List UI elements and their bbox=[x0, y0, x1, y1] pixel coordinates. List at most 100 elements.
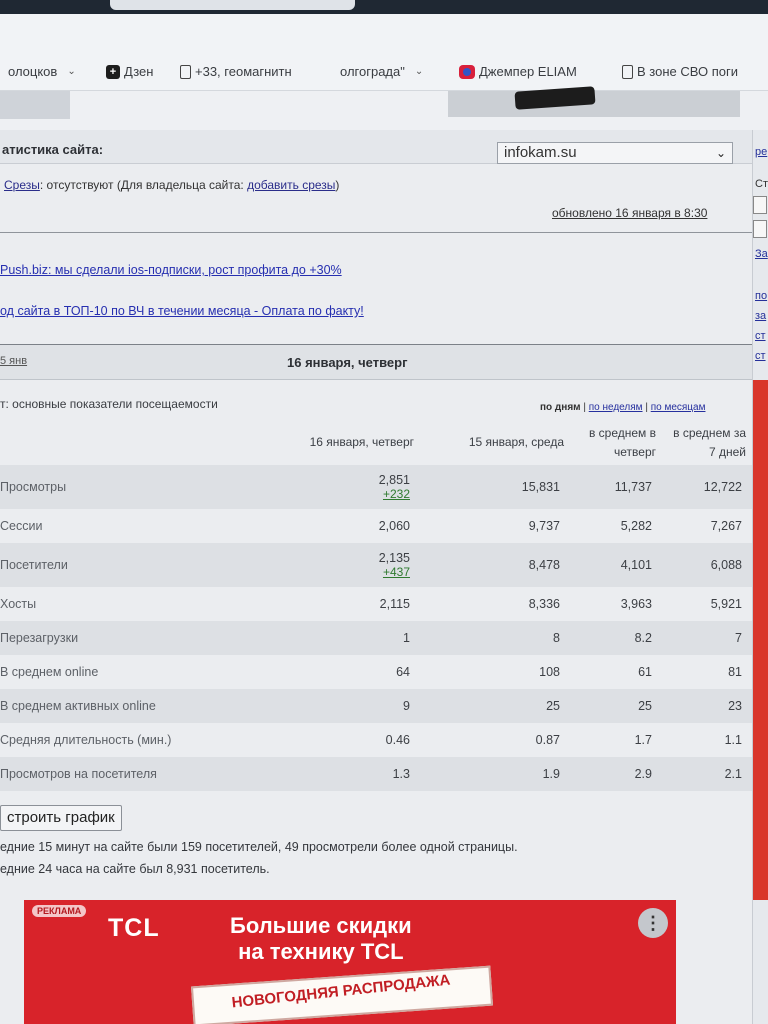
cell-yesterday-value: 108 bbox=[539, 665, 560, 680]
row-label-value: Средняя длительность (мин.) bbox=[0, 733, 172, 748]
cell-today-value: 1 bbox=[403, 631, 410, 646]
cell-today: 2,060 bbox=[210, 509, 420, 543]
bookmark-label: Джемпер ELIAM bbox=[479, 64, 577, 79]
build-graph-button[interactable]: строить график bbox=[0, 805, 122, 831]
cell-avg-thursday: 8.2 bbox=[570, 621, 662, 656]
slices-line: Срезы: отсутствуют (Для владельца сайта:… bbox=[4, 178, 339, 192]
cell-yesterday: 1.9 bbox=[420, 757, 570, 792]
report-title: т: основные показатели посещаемости bbox=[0, 397, 218, 411]
row-label: В среднем активных online bbox=[0, 689, 210, 724]
ad-headline-line: Большие скидки bbox=[230, 913, 412, 938]
delta-link[interactable]: +232 bbox=[220, 487, 410, 501]
cell-today-value: 2,135 bbox=[378, 551, 410, 566]
bookmark-label: В зоне СВО поги bbox=[637, 64, 738, 79]
updated-link[interactable]: обновлено 16 января в 8:30 bbox=[552, 206, 707, 220]
cell-avg-thursday: 5,282 bbox=[570, 509, 662, 543]
more-options-icon[interactable]: ⋮ bbox=[638, 908, 668, 938]
bookmark-geomagnetic[interactable]: +33, геомагнитн bbox=[180, 64, 292, 79]
tab-pill[interactable] bbox=[110, 0, 355, 10]
ad-banner[interactable]: РЕКЛАМА TCL Большие скидки на технику TC… bbox=[24, 900, 676, 1024]
bookmark-folder-1[interactable]: олоцков ⌄ bbox=[8, 64, 76, 79]
date-navigation: 5 янв 16 января, четверг bbox=[0, 344, 752, 380]
column-header: 15 января, среда bbox=[468, 435, 564, 450]
bookmark-eliam[interactable]: Джемпер ELIAM bbox=[459, 64, 577, 79]
cell-yesterday-value: 0.87 bbox=[535, 733, 560, 748]
cell-avg-7days: 5,921 bbox=[662, 587, 752, 621]
cell-avg-thursday: 25 bbox=[570, 689, 662, 724]
cell-today: 64 bbox=[210, 655, 420, 689]
delta-link[interactable]: +437 bbox=[220, 565, 410, 579]
cell-today: 1.3 bbox=[210, 757, 420, 792]
cell-avg-thursday: 4,101 bbox=[570, 543, 662, 588]
slices-link[interactable]: Срезы bbox=[4, 178, 40, 192]
divider bbox=[0, 232, 752, 233]
cell-avg-7days: 81 bbox=[662, 655, 752, 689]
bookmark-folder-2[interactable]: олгограда" ⌄ bbox=[340, 64, 423, 79]
period-days[interactable]: по дням bbox=[540, 402, 581, 413]
cell-avg-7days-value: 12,722 bbox=[703, 480, 742, 495]
cell-avg-7days-value: 1.1 bbox=[724, 733, 742, 748]
add-slices-link[interactable]: добавить срезы bbox=[247, 178, 335, 192]
period-months[interactable]: по месяцам bbox=[651, 402, 706, 413]
cell-avg-7days: 6,088 bbox=[662, 543, 752, 588]
cell-avg-7days: 2.1 bbox=[662, 757, 752, 792]
bookmark-dzen[interactable]: + Дзен bbox=[106, 64, 153, 79]
sidebar-input[interactable] bbox=[753, 196, 767, 214]
sidebar-input[interactable] bbox=[753, 220, 767, 238]
cell-yesterday: 25 bbox=[420, 689, 570, 724]
promo-link-2[interactable]: од сайта в ТОП-10 по ВЧ в течении месяца… bbox=[0, 304, 364, 318]
browser-top-strip bbox=[0, 0, 768, 14]
period-weeks[interactable]: по неделям bbox=[589, 402, 643, 413]
cell-avg-thursday-value: 61 bbox=[638, 665, 652, 680]
cell-today: 1 bbox=[210, 621, 420, 656]
row-label-value: Просмотров на посетителя bbox=[0, 767, 157, 782]
cell-today-value: 0.46 bbox=[385, 733, 410, 748]
cell-yesterday: 15,831 bbox=[420, 465, 570, 510]
sidebar-link[interactable]: За bbox=[755, 248, 768, 260]
info-line: едние 15 минут на сайте были 159 посетит… bbox=[0, 840, 518, 854]
bookmark-label: +33, геомагнитн bbox=[195, 64, 292, 79]
cell-avg-7days: 1.1 bbox=[662, 723, 752, 757]
cell-today-value: 2,115 bbox=[379, 597, 410, 612]
cell-today: 2,115 bbox=[210, 587, 420, 621]
cell-today-value: 9 bbox=[403, 699, 410, 714]
row-label: В среднем online bbox=[0, 655, 210, 689]
store-icon bbox=[459, 64, 475, 79]
cell-avg-7days-value: 7 bbox=[735, 631, 742, 646]
sidebar-link[interactable]: ре bbox=[755, 146, 767, 158]
cell-today-value: 1.3 bbox=[392, 767, 410, 782]
sidebar-link[interactable]: ст bbox=[755, 350, 766, 362]
sidebar-link[interactable]: по bbox=[755, 290, 767, 302]
cell-today-value: 64 bbox=[396, 665, 410, 680]
column-header: в среднем в четверг bbox=[588, 426, 656, 459]
row-label: Перезагрузки bbox=[0, 621, 210, 656]
prev-date-link[interactable]: 5 янв bbox=[0, 355, 27, 367]
info-line: едние 24 часа на сайте был 8,931 посетит… bbox=[0, 862, 270, 876]
cell-avg-7days: 12,722 bbox=[662, 465, 752, 510]
cell-yesterday: 108 bbox=[420, 655, 570, 689]
cell-avg-7days: 7,267 bbox=[662, 509, 752, 543]
cell-avg-7days: 23 bbox=[662, 689, 752, 724]
cell-avg-7days-value: 2.1 bbox=[724, 767, 742, 782]
cell-avg-thursday-value: 5,282 bbox=[620, 519, 652, 534]
promo-link-1[interactable]: Push.biz: мы сделали ios-подписки, рост … bbox=[0, 263, 342, 277]
row-label-value: Перезагрузки bbox=[0, 631, 79, 646]
ad-label: РЕКЛАМА bbox=[32, 905, 87, 917]
cell-today: 9 bbox=[210, 689, 420, 724]
period-switcher: по дням | по неделям | по месяцам bbox=[540, 402, 705, 413]
cell-today: 2,851 +232 bbox=[210, 465, 420, 510]
cell-avg-thursday: 3,963 bbox=[570, 587, 662, 621]
sidebar-link[interactable]: ст bbox=[755, 330, 766, 342]
cell-avg-thursday-value: 11,737 bbox=[614, 480, 652, 495]
right-sidebar: ре Ст За по за ст ст bbox=[752, 130, 768, 1024]
site-select-value: infokam.su bbox=[504, 144, 577, 161]
cell-avg-7days-value: 81 bbox=[728, 665, 742, 680]
cell-yesterday-value: 8,478 bbox=[528, 558, 560, 573]
table-row: Хосты 2,115 8,336 3,963 5,921 bbox=[0, 587, 752, 621]
site-select[interactable]: infokam.su ⌄ bbox=[497, 142, 733, 164]
row-label: Посетители bbox=[0, 543, 210, 588]
bookmark-svo[interactable]: В зоне СВО поги bbox=[622, 64, 738, 79]
row-label: Сессии bbox=[0, 509, 210, 543]
cell-yesterday-value: 15,831 bbox=[521, 480, 560, 495]
sidebar-link[interactable]: за bbox=[755, 310, 766, 322]
